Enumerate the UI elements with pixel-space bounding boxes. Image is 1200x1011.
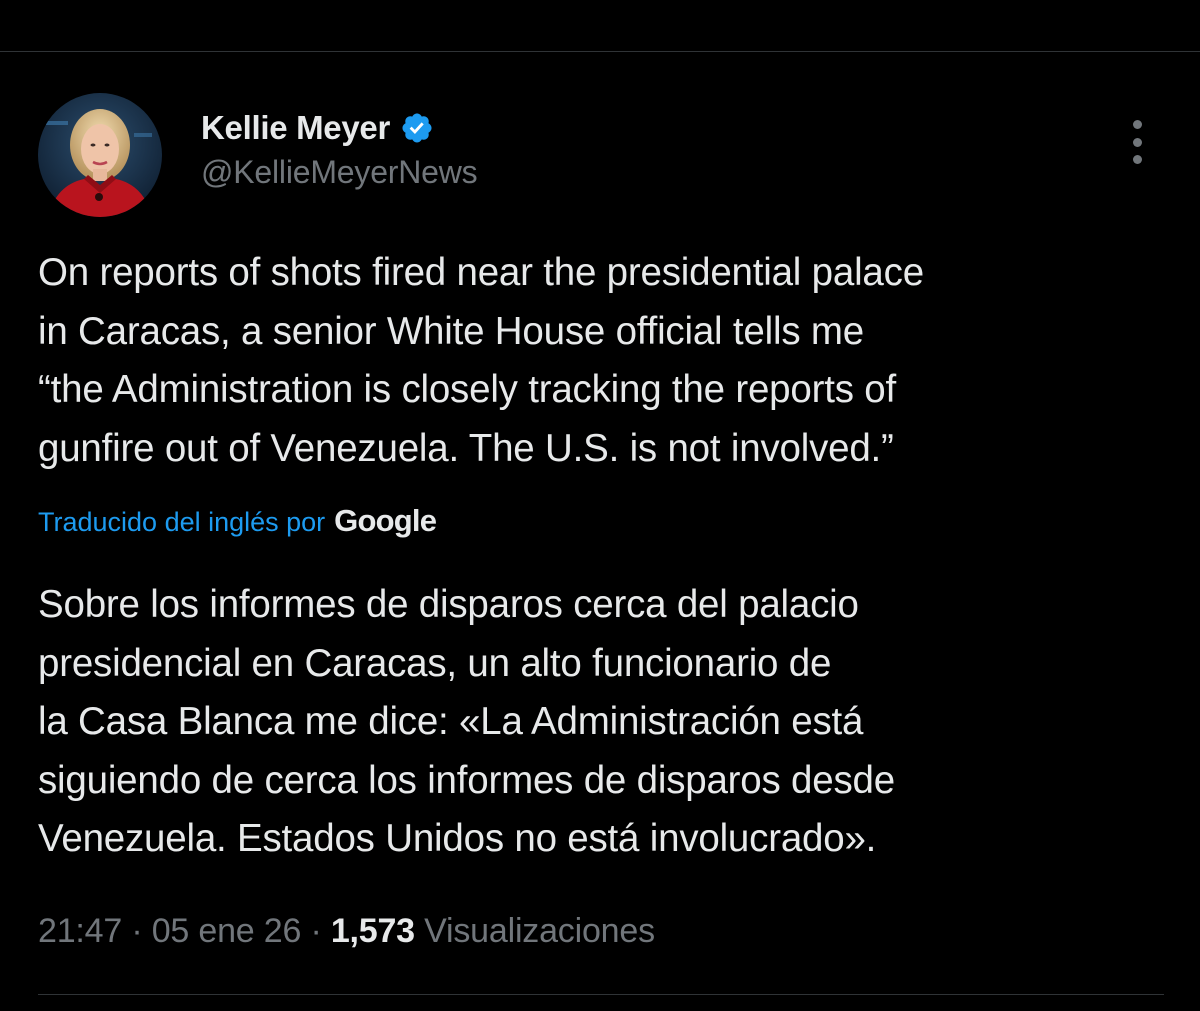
more-vertical-icon-dot [1132,137,1142,147]
views-label[interactable]: Visualizaciones [424,912,655,950]
tweet-date[interactable]: 05 ene 26 [152,912,302,950]
more-vertical-icon-dot [1132,155,1142,164]
tweet-translated-text: Sobre los informes de disparos cerca del… [38,583,895,860]
avatar[interactable] [38,93,162,217]
author-display-name[interactable]: Kellie Meyer [201,109,390,147]
author-block: Kellie Meyer @KellieMeyerNews [201,108,478,191]
views-count[interactable]: 1,573 [331,912,415,950]
google-logo: Google [334,503,437,538]
meta-separator: · [310,912,322,950]
translation-attribution: Traducido del inglés por Google [38,503,437,539]
tweet-time[interactable]: 21:47 [38,912,122,950]
tweet-meta: 21:47 · 05 ene 26 · 1,573 Visualizacione… [38,912,655,951]
tweet-original-text: On reports of shots fired near the presi… [38,251,924,470]
more-options-button[interactable] [1122,120,1152,164]
verified-badge-icon[interactable] [400,111,434,145]
bottom-divider [38,994,1164,995]
more-vertical-icon [1132,120,1142,129]
name-row: Kellie Meyer [201,108,477,148]
translated-by-link[interactable]: Traducido del inglés por [38,507,325,538]
top-divider [0,51,1200,52]
meta-separator: · [131,912,143,950]
author-handle[interactable]: @KellieMeyerNews [201,154,478,191]
